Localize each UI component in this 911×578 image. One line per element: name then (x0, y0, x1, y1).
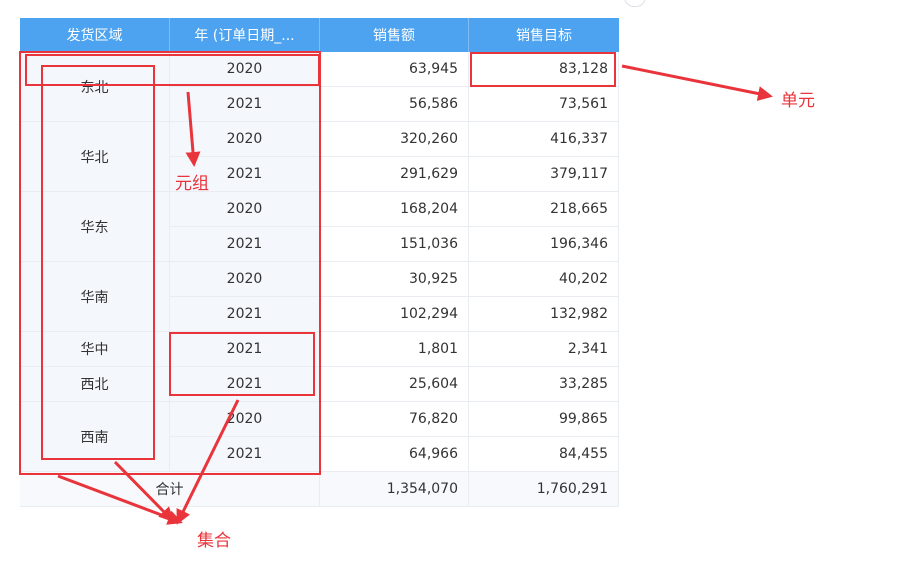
annotation-arrows (57, 64, 773, 525)
tuple-arrow (185, 91, 201, 167)
tuple-annotation-label: 元组 (175, 174, 209, 194)
set-arrow-1 (57, 474, 183, 525)
set-annotation-label: 集合 (197, 531, 231, 551)
set-arrow-2 (113, 460, 175, 523)
set-arrow-3 (176, 399, 240, 525)
cell-annotation-label: 单元 (781, 91, 815, 111)
cell-arrow (621, 64, 773, 101)
